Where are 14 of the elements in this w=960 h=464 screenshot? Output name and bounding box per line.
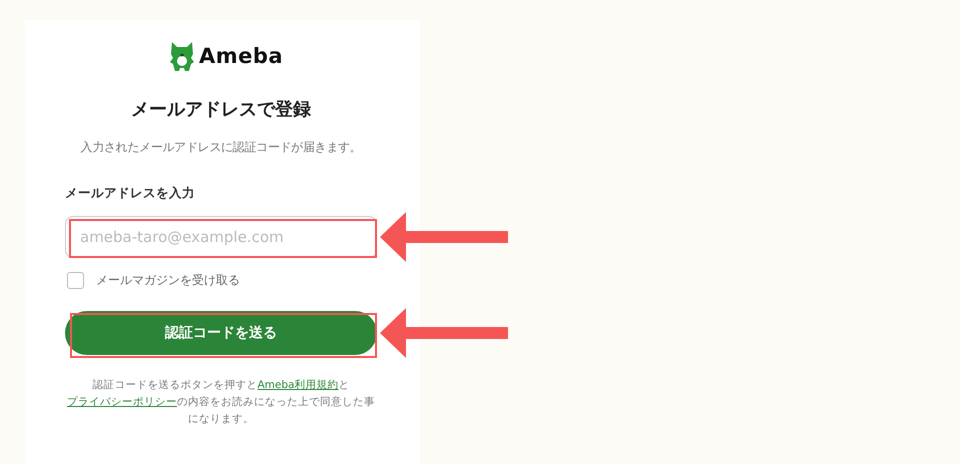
send-code-button[interactable]: 認証コードを送る (65, 311, 377, 355)
subtitle: 入力されたメールアドレスに認証コードが届きます。 (80, 139, 362, 156)
page-title: メールアドレスで登録 (130, 98, 312, 122)
terms-link[interactable]: Ameba利用規約 (258, 379, 338, 391)
privacy-link[interactable]: プライバシーポリシー (67, 396, 177, 408)
checkbox-label[interactable]: メールマガジンを受け取る (96, 272, 240, 289)
checkbox[interactable] (67, 272, 84, 289)
consent-notice: 認証コードを送るボタンを押すと Ameba利用規約 と プライバシーポリシーの内容をお読みになった上で同意した事になります。 (66, 378, 376, 427)
email-input-field[interactable]: ameba-taro@example.com (65, 216, 377, 258)
field-label: メールアドレスを入力 (65, 184, 196, 202)
logo-text: Ameba (198, 44, 284, 68)
arrow-icon (380, 308, 508, 358)
arrow-icon (380, 212, 508, 262)
mascot-icon (168, 40, 195, 72)
